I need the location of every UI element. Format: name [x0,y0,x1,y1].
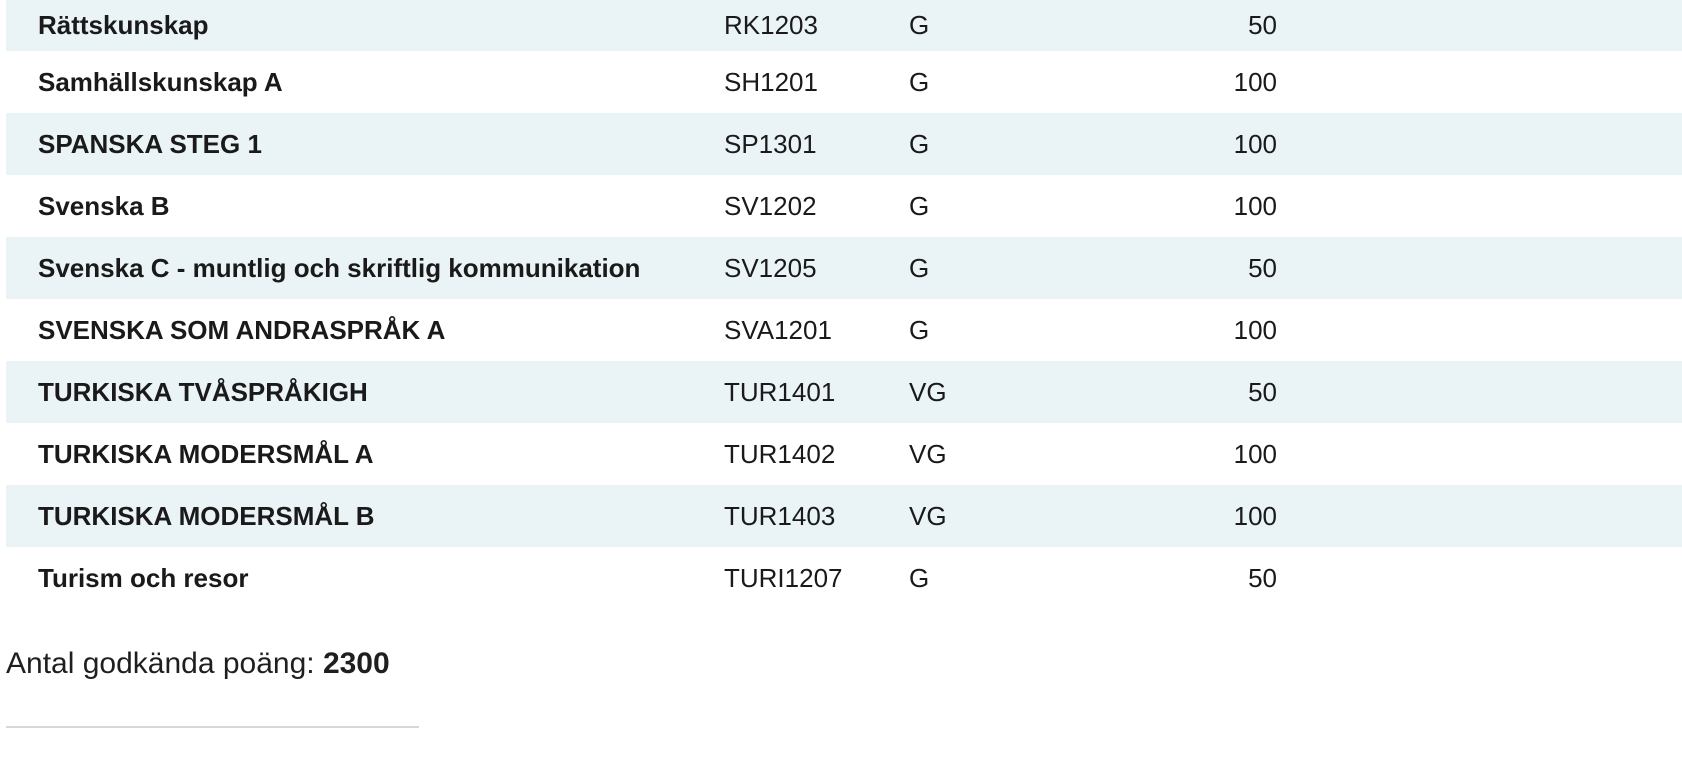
course-code: TURI1207 [724,562,843,593]
table-row: Svenska C - muntlig och skriftlig kommun… [6,237,1682,299]
row-filler [1277,113,1682,175]
total-points-summary: Antal godkända poäng: 2300 [6,647,390,681]
course-code: TUR1402 [724,438,836,469]
course-name: Svenska B [38,190,170,221]
course-name: Samhällskunskap A [38,66,283,97]
course-grade: G [909,252,930,283]
course-points: 100 [1233,438,1277,469]
row-filler [1277,237,1682,299]
course-name: Svenska C - muntlig och skriftlig kommun… [38,252,641,283]
course-grade: G [909,66,930,97]
row-filler [1277,51,1682,113]
course-code: TUR1401 [724,376,836,407]
row-filler [1277,0,1682,51]
row-filler [1277,175,1682,237]
course-name: Turism och resor [38,562,249,593]
course-points: 50 [1248,376,1277,407]
course-code: SVA1201 [724,314,832,345]
course-points: 50 [1248,10,1277,40]
course-points: 100 [1233,190,1277,221]
total-points-value: 2300 [322,647,390,680]
course-points: 100 [1233,128,1277,159]
course-name: TURKISKA MODERSMÅL B [38,500,375,531]
divider [6,726,419,728]
course-name: TURKISKA TVÅSPRÅKIGH [38,376,368,407]
course-grade: G [909,10,930,40]
course-code: RK1203 [724,10,818,40]
row-filler [1277,299,1682,361]
table-row: Rättskunskap RK1203 G 50 [6,0,1682,51]
course-name: TURKISKA MODERSMÅL A [38,438,374,469]
course-points: 100 [1233,66,1277,97]
course-grade: VG [909,376,947,407]
row-filler [1277,423,1682,485]
table-row: SPANSKA STEG 1 SP1301 G 100 [6,113,1682,175]
course-points: 100 [1233,500,1277,531]
table-row: TURKISKA MODERSMÅL A TUR1402 VG 100 [6,423,1682,485]
course-name: SVENSKA SOM ANDRASPRÅK A [38,314,446,345]
table-row: TURKISKA MODERSMÅL B TUR1403 VG 100 [6,485,1682,547]
course-grade: G [909,128,930,159]
course-points: 100 [1233,314,1277,345]
table-row: Turism och resor TURI1207 G 50 [6,547,1682,609]
course-code: SP1301 [724,128,817,159]
course-code: SV1202 [724,190,817,221]
course-grade: VG [909,500,947,531]
row-filler [1277,547,1682,609]
course-grade: G [909,562,930,593]
course-grade: G [909,314,930,345]
course-grade: VG [909,438,947,469]
course-code: SV1205 [724,252,817,283]
row-filler [1277,485,1682,547]
course-grade: G [909,190,930,221]
course-points: 50 [1248,562,1277,593]
course-points: 50 [1248,252,1277,283]
course-table: Rättskunskap RK1203 G 50 Samhällskunskap… [6,0,1682,609]
course-code: TUR1403 [724,500,836,531]
table-row: Svenska B SV1202 G 100 [6,175,1682,237]
table-row: TURKISKA TVÅSPRÅKIGH TUR1401 VG 50 [6,361,1682,423]
course-name: SPANSKA STEG 1 [38,128,262,159]
table-row: Samhällskunskap A SH1201 G 100 [6,51,1682,113]
total-points-label: Antal godkända poäng: [6,647,323,680]
course-name: Rättskunskap [38,10,209,40]
course-code: SH1201 [724,66,818,97]
table-row: SVENSKA SOM ANDRASPRÅK A SVA1201 G 100 [6,299,1682,361]
grades-page: Rättskunskap RK1203 G 50 Samhällskunskap… [0,0,1682,762]
row-filler [1277,361,1682,423]
